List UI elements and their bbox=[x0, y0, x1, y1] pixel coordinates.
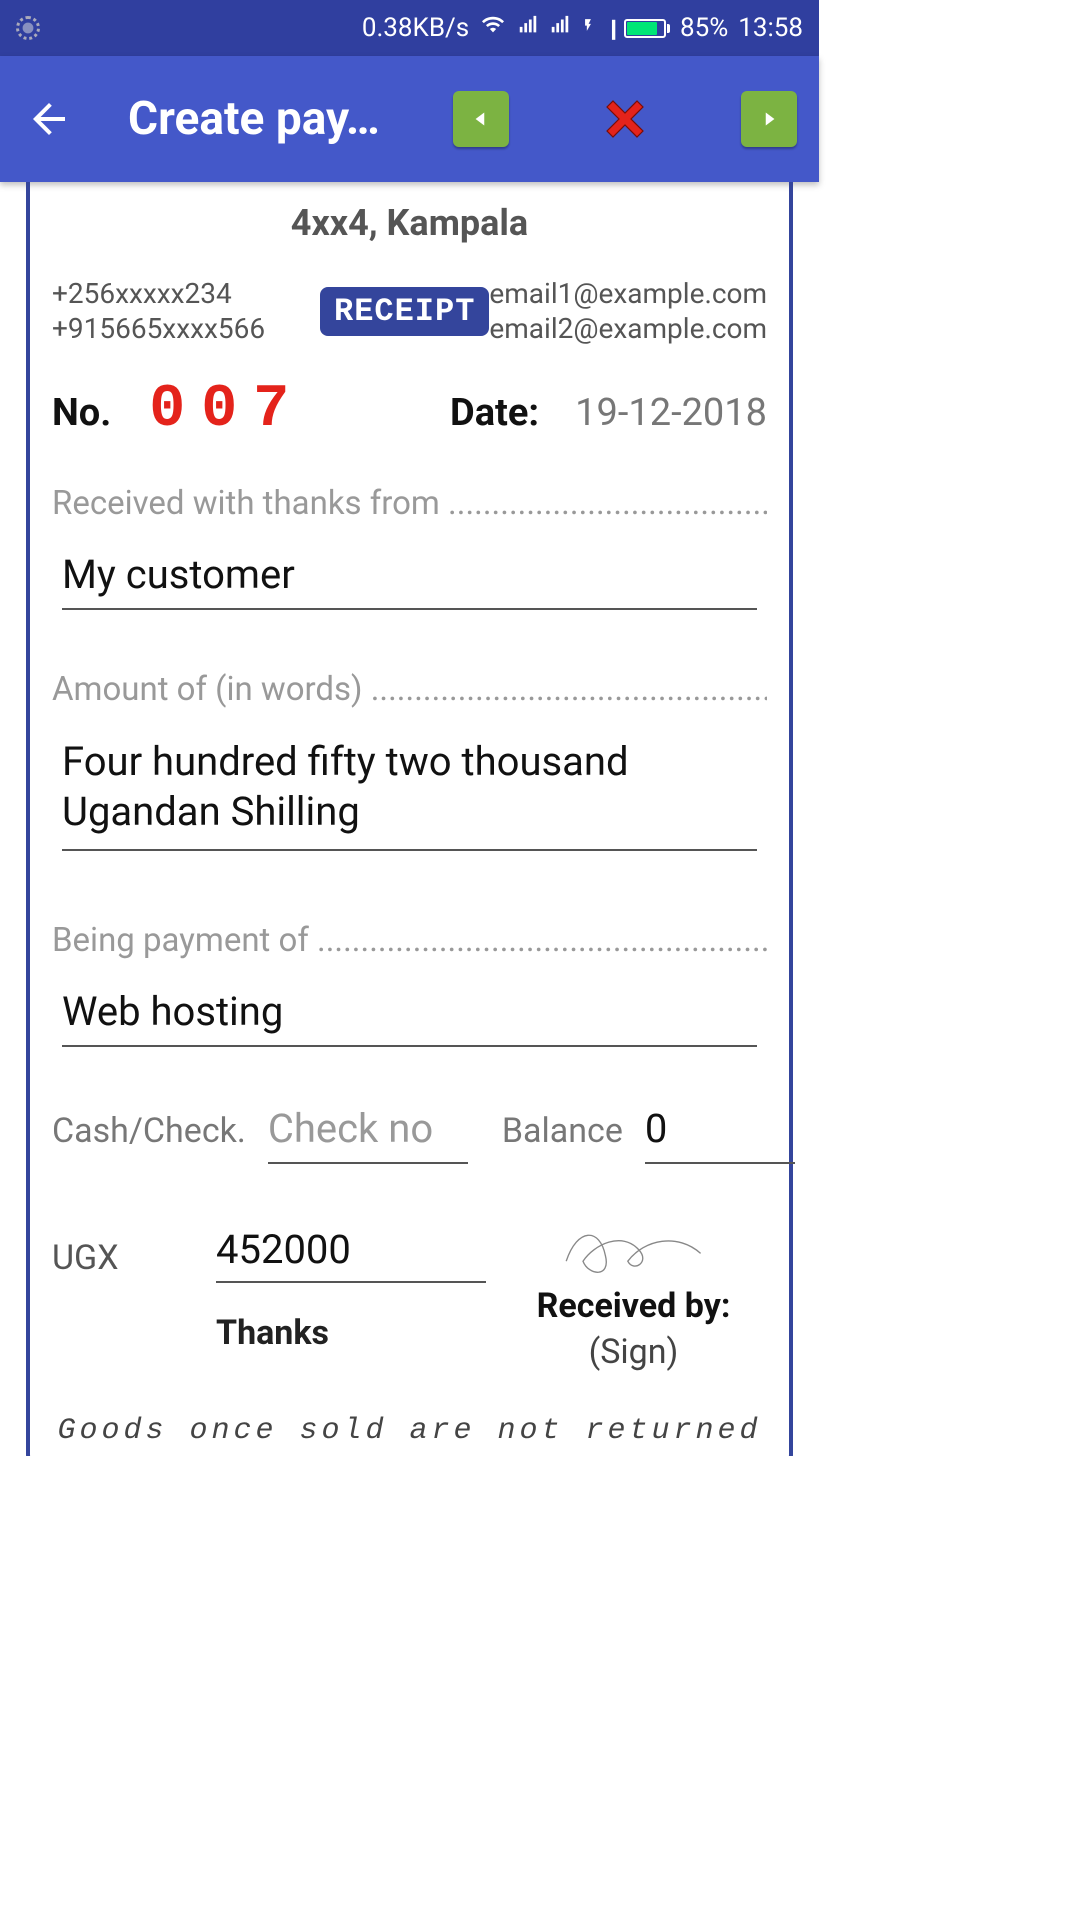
email-2: email2@example.com bbox=[489, 311, 767, 346]
network-speed: 0.38KB/s bbox=[362, 13, 469, 43]
balance-label: Balance bbox=[502, 1111, 623, 1151]
phone-1: +256xxxxx234 bbox=[52, 276, 320, 311]
total-input[interactable] bbox=[216, 1222, 486, 1283]
sign-label: (Sign) bbox=[500, 1332, 767, 1372]
app-bar: Create pay… bbox=[0, 56, 819, 182]
charging-icon bbox=[581, 13, 595, 44]
date-value: 19-12-2018 bbox=[575, 391, 767, 435]
receipt-no-label: No. bbox=[52, 391, 111, 435]
thanks-label: Thanks bbox=[216, 1313, 486, 1353]
battery-percent: 85% bbox=[680, 13, 728, 43]
signature-icon bbox=[555, 1222, 712, 1278]
signal-icon-2 bbox=[549, 13, 571, 43]
receipt-card: 4xx4, Kampala +256xxxxx234 +915665xxxx56… bbox=[26, 182, 793, 1456]
close-button[interactable] bbox=[597, 91, 653, 147]
business-phones: +256xxxxx234 +915665xxxx566 bbox=[52, 276, 320, 346]
content-area: 4xx4, Kampala +256xxxxx234 +915665xxxx56… bbox=[0, 182, 819, 1456]
email-1: email1@example.com bbox=[489, 276, 767, 311]
date-label: Date: bbox=[450, 391, 539, 435]
loading-spinner-icon bbox=[16, 16, 40, 40]
amount-words-label: Amount of (in words) ...................… bbox=[52, 670, 767, 709]
back-button[interactable] bbox=[22, 95, 76, 143]
wifi-icon bbox=[479, 13, 507, 43]
customer-input[interactable] bbox=[62, 543, 757, 610]
cash-check-label: Cash/Check. bbox=[52, 1111, 246, 1151]
receipt-badge: RECEIPT bbox=[320, 287, 489, 336]
amount-words-input[interactable]: Four hundred fifty two thousand Ugandan … bbox=[62, 729, 757, 851]
receipt-no-value: 007 bbox=[149, 376, 305, 444]
being-payment-label: Being payment of .......................… bbox=[52, 921, 767, 960]
currency-label: UGX bbox=[52, 1222, 202, 1278]
prev-button[interactable] bbox=[453, 91, 509, 147]
balance-input[interactable] bbox=[645, 1097, 795, 1164]
signal-icon bbox=[517, 13, 539, 43]
page-title: Create pay… bbox=[96, 92, 433, 146]
phone-2: +915665xxxx566 bbox=[52, 311, 320, 346]
being-payment-input[interactable] bbox=[62, 980, 757, 1047]
business-emails: email1@example.com email2@example.com bbox=[489, 276, 767, 346]
next-button[interactable] bbox=[741, 91, 797, 147]
received-from-label: Received with thanks from ..............… bbox=[52, 484, 767, 523]
clock: 13:58 bbox=[738, 13, 803, 43]
footer-note: Goods once sold are not returned bbox=[52, 1414, 767, 1448]
business-address: 4xx4, Kampala bbox=[52, 202, 767, 244]
battery-icon: ❙ bbox=[605, 16, 670, 40]
received-by-label: Received by: bbox=[500, 1286, 767, 1326]
check-no-input[interactable] bbox=[268, 1097, 468, 1164]
status-bar: 0.38KB/s ❙ 85% 13:58 bbox=[0, 0, 819, 56]
